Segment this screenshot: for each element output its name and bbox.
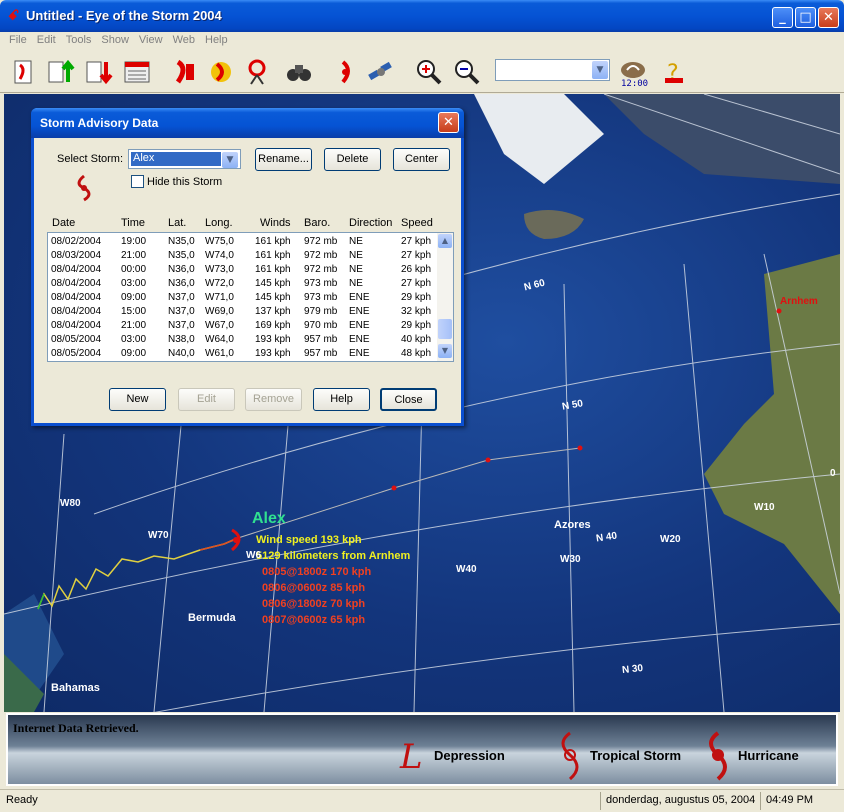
dialog-title: Storm Advisory Data — [40, 116, 159, 130]
minimize-button[interactable]: _ — [772, 7, 793, 28]
window-title: Untitled - Eye of the Storm 2004 — [26, 8, 222, 23]
select-storm-label: Select Storm: — [57, 153, 124, 165]
legend-hurricane: Hurricane — [738, 748, 799, 763]
dialog-title-bar: Storm Advisory Data ✕ — [31, 108, 464, 138]
advisory-table-icon[interactable] — [122, 57, 152, 87]
menu-help[interactable]: Help — [200, 32, 233, 48]
delete-button[interactable]: Delete — [324, 148, 381, 171]
column-direction[interactable]: Direction — [349, 217, 392, 229]
scroll-down-icon[interactable]: ▼ — [438, 344, 452, 358]
place-azores: Azores — [554, 519, 591, 531]
grid-label-w20: W20 — [660, 534, 681, 545]
title-bar: ꗃ Untitled - Eye of the Storm 2004 _ □ ✕ — [0, 0, 844, 32]
column-speed[interactable]: Speed — [401, 217, 433, 229]
radar-icon[interactable] — [244, 57, 274, 87]
grid-label-w70: W70 — [148, 530, 169, 541]
place-bermuda: Bermuda — [188, 612, 236, 624]
menu-bar: File Edit Tools Show View Web Help — [0, 32, 844, 51]
status-time: 04:49 PM — [766, 794, 814, 806]
hurricane-icon[interactable] — [330, 57, 360, 87]
menu-view[interactable]: View — [134, 32, 168, 48]
grid-label-w10: W10 — [754, 502, 775, 513]
legend-tropical-storm: Tropical Storm — [590, 748, 682, 763]
depression-icon: L — [400, 737, 423, 777]
grid-label-w40: W40 — [456, 564, 477, 575]
menu-tools[interactable]: Tools — [61, 32, 97, 48]
forecast-label: 0807@0600z 65 kph — [262, 614, 366, 626]
hide-storm-label: Hide this Storm — [147, 176, 223, 188]
storm-select[interactable]: Alex ▼ — [128, 149, 241, 169]
chevron-down-icon[interactable]: ▼ — [222, 152, 238, 168]
zoom-out-icon[interactable] — [452, 57, 482, 87]
status-ready: Ready — [6, 794, 38, 806]
animation-time-label: 12:00 — [621, 79, 649, 89]
column-winds[interactable]: Winds — [260, 217, 291, 229]
maximize-button[interactable]: □ — [795, 7, 816, 28]
center-button[interactable]: Center — [393, 148, 450, 171]
scroll-thumb[interactable] — [438, 319, 452, 339]
column-date[interactable]: Date — [52, 217, 75, 229]
storm-list-icon[interactable] — [8, 57, 38, 87]
grid-label-n30: N 30 — [621, 662, 644, 677]
list-scrollbar[interactable]: ▲ ▼ — [437, 233, 453, 361]
menu-edit[interactable]: Edit — [32, 32, 61, 48]
menu-web[interactable]: Web — [168, 32, 200, 48]
storm-track-icon[interactable] — [206, 57, 236, 87]
remove-button[interactable]: Remove — [245, 388, 302, 411]
edit-button[interactable]: Edit — [178, 388, 235, 411]
close-window-button[interactable]: ✕ — [818, 7, 839, 28]
forecast-label: 0806@1800z 70 kph — [262, 598, 366, 610]
forecast-label: 0805@1800z 170 kph — [262, 566, 372, 578]
scroll-up-icon[interactable]: ▲ — [438, 234, 452, 248]
legend-panel: Internet Data Retrieved. L Depression Tr… — [6, 713, 838, 786]
app-storm-icon: ꗃ — [8, 8, 20, 24]
advisory-list[interactable]: 08/02/2004 19:00 N35,0 W75,0 161 kph 972 mb NE… — [47, 232, 454, 362]
status-message: Internet Data Retrieved. — [13, 721, 139, 735]
new-button[interactable]: New — [109, 388, 166, 411]
grid-label-w80: W80 — [60, 498, 81, 509]
chevron-down-icon[interactable]: ▼ — [592, 61, 608, 79]
hurricane-icon — [77, 174, 91, 202]
menu-file[interactable]: File — [4, 32, 32, 48]
column-baro[interactable]: Baro. — [304, 217, 330, 229]
zoom-select[interactable]: ▼ — [495, 59, 610, 81]
satellite-icon[interactable] — [366, 57, 396, 87]
column-time[interactable]: Time — [121, 217, 145, 229]
place-arnhem: Arnhem — [780, 296, 818, 307]
column-long[interactable]: Long. — [205, 217, 233, 229]
rename-button[interactable]: Rename... — [255, 148, 312, 171]
grid-label-0: 0 — [830, 468, 836, 479]
zoom-in-icon[interactable] — [414, 57, 444, 87]
column-lat[interactable]: Lat. — [168, 217, 186, 229]
legend-depression: Depression — [434, 748, 505, 763]
export-icon[interactable] — [84, 57, 114, 87]
binoculars-icon[interactable] — [284, 57, 314, 87]
status-bar: Ready donderdag, augustus 05, 2004 04:49… — [0, 789, 844, 812]
storm-edit-icon[interactable] — [170, 57, 200, 87]
hide-storm-checkbox[interactable] — [131, 175, 144, 188]
storm-advisory-dialog: Storm Advisory Data ✕ Select Storm: Alex… — [31, 108, 464, 426]
toolbar: ? — [0, 51, 844, 93]
help-button[interactable]: Help — [313, 388, 370, 411]
selected-storm: Alex — [131, 152, 221, 166]
tropical-storm-icon — [561, 731, 579, 781]
forecast-label: 0806@0600z 85 kph — [262, 582, 366, 594]
distance-label: 5129 kilometers from Arnhem — [256, 550, 411, 562]
grid-label-w60: W6 — [246, 550, 261, 561]
place-bahamas: Bahamas — [51, 682, 100, 694]
grid-label-w30: W30 — [560, 554, 581, 565]
import-icon[interactable] — [46, 57, 76, 87]
menu-show[interactable]: Show — [96, 32, 134, 48]
wind-speed-label: Wind speed 193 kph — [256, 534, 362, 546]
storm-name-label: Alex — [252, 510, 286, 527]
status-date: donderdag, augustus 05, 2004 — [606, 794, 756, 806]
help-wizard-icon[interactable]: ? — [660, 57, 690, 87]
hurricane-legend-icon — [709, 731, 727, 781]
close-button[interactable]: Close — [380, 388, 437, 411]
dialog-close-icon[interactable]: ✕ — [438, 112, 459, 133]
